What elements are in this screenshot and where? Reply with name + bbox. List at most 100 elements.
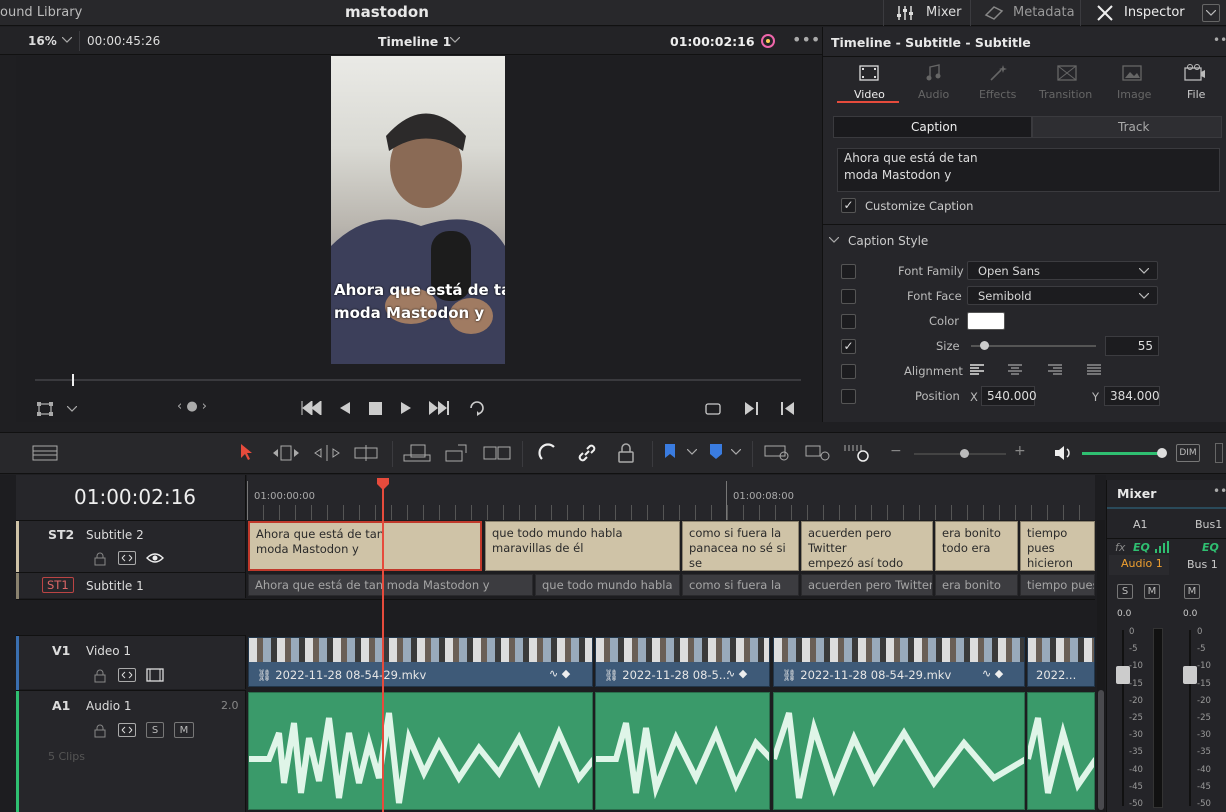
font-family-keyframe-checkbox[interactable] (841, 264, 856, 279)
panel-toggle[interactable] (1215, 443, 1223, 463)
subtitle-clip[interactable]: que todo mundo habla maravillas de él (485, 521, 680, 571)
track-name[interactable]: Subtitle 1 (86, 579, 144, 593)
prev-edit-icon[interactable] (780, 402, 794, 415)
chevron-down-icon[interactable] (62, 37, 72, 43)
fader-handle[interactable] (1116, 666, 1130, 684)
tab-transition[interactable]: Transition (1035, 61, 1101, 103)
position-y-field[interactable]: 384.000 (1104, 386, 1160, 406)
linked-selection-icon[interactable] (577, 443, 597, 463)
volume-slider[interactable] (1082, 452, 1162, 455)
subtitle-clip[interactable]: Ahora que está de tan moda Mastodon y (248, 521, 482, 571)
zoom-custom-icon[interactable] (844, 443, 872, 463)
chevron-down-icon[interactable] (67, 406, 77, 412)
stop-icon[interactable] (369, 402, 382, 415)
zoom-in-button[interactable]: + (1014, 443, 1026, 459)
track-video-enable-icon[interactable] (146, 668, 164, 682)
align-center-icon[interactable] (1008, 364, 1022, 375)
subtitle-clip[interactable]: como si fuera la (682, 574, 799, 596)
track-header-st1[interactable]: ST1 Subtitle 1 (16, 572, 246, 599)
marker-icon[interactable] (709, 444, 723, 460)
vertical-scrollbar[interactable] (1098, 690, 1104, 810)
fader-handle[interactable] (1183, 666, 1197, 684)
chevron-down-icon[interactable] (1202, 4, 1220, 22)
subtitle-clip[interactable]: era bonito todo era (935, 521, 1018, 571)
video-clip[interactable]: ⛓ 2022-11-28 08-54-29.mkv ∿ ◆ (773, 637, 1025, 687)
auto-track-select-icon[interactable] (118, 668, 136, 682)
chevron-down-icon[interactable] (450, 37, 460, 43)
audio-clip[interactable] (595, 692, 770, 810)
subtitle-clip[interactable]: acuerden pero Twitter (801, 574, 933, 596)
caption-text-area[interactable]: Ahora que está de tan moda Mastodon y (837, 148, 1220, 192)
time-ruler[interactable]: 01:00:00:00 01:00:08:00 (247, 475, 1095, 520)
chevron-down-icon[interactable] (829, 237, 839, 243)
selection-tool-icon[interactable] (240, 443, 252, 461)
trim-tool-icon[interactable] (272, 444, 300, 462)
sound-library-label[interactable]: ound Library (0, 5, 82, 20)
zoom-full-icon[interactable] (764, 444, 792, 462)
subtitle-clip[interactable]: tiempo pues hicieron (1020, 521, 1095, 571)
size-slider-handle[interactable] (979, 341, 989, 350)
mixer-mute-button[interactable]: M (1144, 584, 1160, 599)
video-frame[interactable]: Ahora que está de tan moda Mastodon y (331, 56, 505, 364)
subtitle-clip[interactable]: Ahora que está de tan moda Mastodon y (248, 574, 533, 596)
lock-icon[interactable] (617, 443, 635, 463)
fx-icon[interactable]: fx (1115, 541, 1125, 554)
tab-effects[interactable]: Effects (969, 61, 1029, 103)
metadata-button[interactable]: Metadata (1013, 5, 1075, 20)
blade-tool-icon[interactable] (354, 445, 378, 461)
tab-image[interactable]: Image (1105, 61, 1161, 103)
timeline-view-options-icon[interactable] (32, 445, 58, 461)
subtitle-clip[interactable]: que todo mundo habla (535, 574, 680, 596)
solo-button[interactable]: S (146, 722, 164, 738)
video-clip[interactable]: ⛓ 2022-11-28 08-5... ∿ ◆ (595, 637, 770, 687)
tab-audio[interactable]: Audio (903, 61, 963, 103)
mixer-icon[interactable] (896, 4, 914, 22)
track-name[interactable]: Audio 1 (86, 699, 132, 713)
inspector-icon[interactable] (1096, 4, 1114, 22)
playhead[interactable] (382, 489, 384, 812)
position-x-field[interactable]: 540.000 (981, 386, 1037, 406)
jog-control-icon[interactable]: ‹ ● › (177, 399, 207, 414)
tab-video[interactable]: Video (837, 61, 899, 103)
insert-clip-icon[interactable] (402, 443, 432, 463)
overwrite-clip-icon[interactable] (444, 443, 468, 463)
go-to-start-icon[interactable] (300, 401, 322, 415)
next-edit-icon[interactable] (745, 402, 759, 415)
snapping-icon[interactable] (538, 443, 558, 463)
audio-clip[interactable] (773, 692, 1025, 810)
play-icon[interactable] (400, 402, 412, 414)
lock-icon[interactable] (94, 552, 106, 566)
customize-caption-checkbox[interactable]: ✓ (841, 198, 856, 213)
more-options-icon[interactable]: •• (1213, 33, 1226, 47)
color-keyframe-checkbox[interactable] (841, 314, 856, 329)
align-right-icon[interactable] (1048, 364, 1062, 375)
position-keyframe-checkbox[interactable] (841, 389, 856, 404)
lock-icon[interactable] (94, 724, 106, 738)
font-face-keyframe-checkbox[interactable] (841, 289, 856, 304)
video-clip[interactable]: ⛓ 2022-11-28 08-54-29.mkv ∿ ◆ (248, 637, 593, 687)
track-name[interactable]: Video 1 (86, 644, 131, 658)
loop-icon[interactable] (467, 400, 487, 416)
align-justify-icon[interactable] (1087, 364, 1101, 375)
safe-area-icon[interactable] (37, 402, 53, 416)
eq-icon[interactable]: EQ (1133, 541, 1150, 554)
subtitle-clip[interactable]: como si fuera la panacea no sé si se (682, 521, 799, 571)
mixer-solo-button[interactable]: S (1117, 584, 1133, 599)
audio-clip[interactable] (248, 692, 593, 810)
subtab-caption[interactable]: Caption (833, 116, 1032, 138)
size-keyframe-checkbox[interactable]: ✓ (841, 339, 856, 354)
track-header-st2[interactable]: ST2 Subtitle 2 (16, 520, 246, 573)
dynamic-trim-icon[interactable] (314, 444, 340, 462)
match-frame-icon[interactable] (704, 402, 722, 416)
scrubber-handle[interactable] (72, 374, 74, 386)
tab-file[interactable]: File (1167, 61, 1223, 103)
subtitle-clip[interactable]: acuerden pero Twitter empezó así todo (801, 521, 933, 571)
track-name[interactable]: Subtitle 2 (86, 528, 144, 542)
color-swatch[interactable] (967, 312, 1005, 330)
size-field[interactable]: 55 (1105, 336, 1159, 356)
timeline-name[interactable]: Timeline 1 (378, 34, 451, 49)
more-options-icon[interactable]: ••• (792, 30, 820, 49)
subtab-track[interactable]: Track (1032, 116, 1222, 138)
bus-mute-button[interactable]: M (1184, 584, 1200, 599)
replace-clip-icon[interactable] (482, 443, 512, 463)
